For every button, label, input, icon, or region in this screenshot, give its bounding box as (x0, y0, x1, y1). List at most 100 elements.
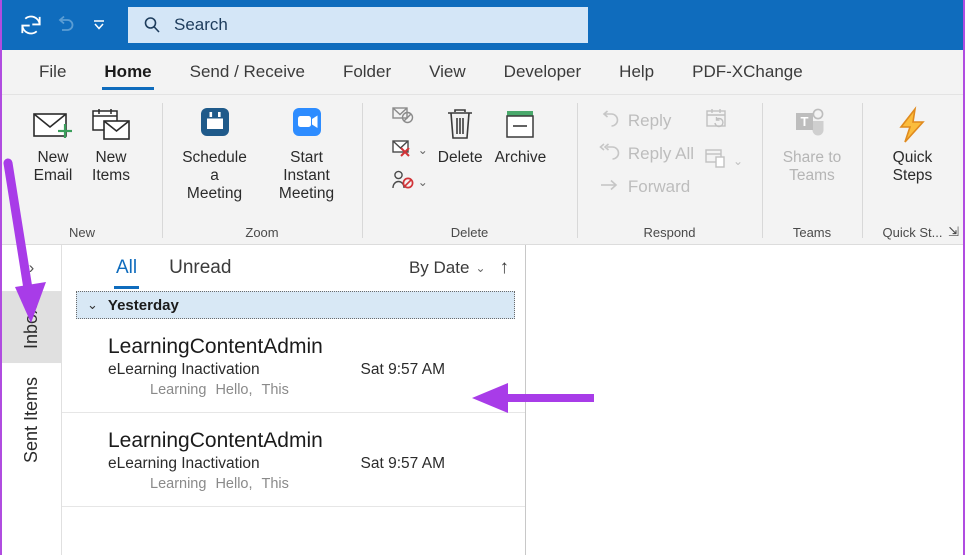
block-sender-button[interactable]: ⌄ (387, 167, 432, 197)
tab-label: Folder (342, 62, 392, 81)
sort-controls: By Date ⌄ ↑ (409, 257, 509, 279)
filter-all[interactable]: All (108, 245, 145, 291)
new-items-button[interactable]: New Items (82, 101, 140, 187)
message-list-header: All Unread By Date ⌄ ↑ (62, 245, 525, 291)
group-label-zoom: Zoom (245, 225, 279, 240)
group-label-teams: Teams (792, 225, 832, 240)
folder-nav-rail: › Inbox Sent Items (2, 245, 62, 555)
archive-button[interactable]: Archive (489, 101, 553, 169)
tab-home[interactable]: Home (85, 50, 170, 94)
group-label-respond: Respond (643, 225, 696, 240)
svg-text:T: T (801, 114, 809, 129)
ribbon-tabs: File Home Send / Receive Folder View Dev… (2, 50, 963, 95)
junk-button[interactable]: ⌄ (387, 135, 432, 165)
sync-icon[interactable] (14, 8, 48, 42)
new-email-button[interactable]: New Email (24, 101, 82, 187)
sort-direction-button[interactable]: ↑ (500, 257, 510, 279)
chevron-down-icon[interactable]: ⌄ (87, 297, 98, 313)
archive-icon (500, 103, 540, 149)
undo-icon[interactable] (48, 8, 82, 42)
more-respond-icon (704, 146, 730, 175)
search-placeholder: Search (174, 15, 228, 34)
tab-label: Send / Receive (189, 62, 305, 81)
tab-folder[interactable]: Folder (324, 50, 410, 94)
share-to-teams-label: Share to Teams (782, 149, 842, 184)
quick-steps-dialog-launcher[interactable]: ⇲ (948, 224, 959, 240)
chevron-down-icon[interactable]: ⌄ (418, 143, 428, 157)
search-icon (142, 15, 162, 35)
search-input[interactable]: Search (128, 7, 588, 43)
meeting-reply-button[interactable] (704, 107, 743, 136)
ribbon-group-quick-steps: Quick Steps Quick St... ⇲ (862, 95, 963, 244)
outlook-window: Search File Home Send / Receive Folder V… (0, 0, 965, 555)
ribbon-group-respond: Reply Reply All Forward ⌄ Respond (577, 95, 762, 244)
reply-all-button[interactable]: Reply All (592, 138, 700, 170)
sort-by-dropdown[interactable]: By Date ⌄ (409, 258, 486, 278)
forward-button[interactable]: Forward (592, 171, 700, 203)
chevron-down-icon[interactable] (82, 8, 116, 42)
ribbon-group-teams: T Share to Teams Teams (762, 95, 862, 244)
table-row[interactable]: LearningContentAdmin eLearning Inactivat… (62, 319, 525, 414)
preview-word: Learning (150, 476, 207, 493)
message-preview: Learning Hello, This (108, 382, 509, 398)
tab-label: File (39, 62, 67, 81)
delete-button[interactable]: Delete (432, 101, 489, 169)
new-items-label: New Items (92, 149, 130, 184)
date-group-label: Yesterday (107, 296, 179, 314)
tab-help[interactable]: Help (600, 50, 673, 94)
date-group-header-yesterday[interactable]: ⌄ Yesterday (76, 291, 515, 319)
forward-icon (598, 176, 620, 199)
expand-nav-pane-button[interactable]: › (2, 245, 61, 291)
message-subject: eLearning Inactivation (108, 455, 260, 473)
tab-developer[interactable]: Developer (485, 50, 601, 94)
filter-unread[interactable]: Unread (161, 245, 239, 291)
tab-label: PDF-XChange (692, 62, 803, 81)
quick-steps-icon (891, 103, 935, 149)
chevron-down-icon: ⌄ (475, 261, 486, 275)
message-preview: Learning Hello, This (108, 476, 509, 492)
share-to-teams-button[interactable]: T Share to Teams (770, 101, 854, 187)
preview-word: Learning (150, 382, 207, 399)
table-row[interactable]: LearningContentAdmin eLearning Inactivat… (62, 413, 525, 508)
tab-pdf-xchange[interactable]: PDF-XChange (673, 50, 822, 94)
preview-word: This (261, 382, 289, 399)
tab-file[interactable]: File (20, 50, 85, 94)
main-area: › Inbox Sent Items All Unread By Date ⌄ … (2, 245, 963, 555)
teams-icon: T (790, 103, 834, 149)
chevron-down-icon[interactable]: ⌄ (418, 175, 428, 189)
more-respond-button[interactable]: ⌄ (704, 146, 743, 175)
delete-label: Delete (437, 149, 483, 166)
new-email-label: New Email (33, 149, 73, 184)
tab-view[interactable]: View (410, 50, 485, 94)
title-bar: Search (2, 0, 963, 50)
quick-steps-label: Quick Steps (892, 149, 933, 184)
reply-button[interactable]: Reply (592, 105, 700, 137)
reply-label: Reply (627, 111, 672, 130)
new-items-icon (88, 103, 134, 149)
meeting-reply-icon (704, 107, 730, 136)
new-email-icon (30, 103, 76, 149)
ribbon: New Email New Items New Schedule a Meeti… (2, 95, 963, 245)
tab-send-receive[interactable]: Send / Receive (171, 50, 324, 94)
forward-label: Forward (627, 177, 691, 196)
tab-label: Help (619, 62, 655, 81)
message-date: Sat 9:57 AM (360, 455, 445, 473)
start-instant-meeting-label: Start Instant Meeting (278, 149, 335, 202)
message-sender: LearningContentAdmin (108, 429, 323, 453)
ribbon-group-new: New Email New Items New (2, 95, 162, 244)
tab-label: Home (104, 62, 152, 81)
chevron-down-icon[interactable]: ⌄ (733, 154, 743, 168)
reply-all-icon (598, 142, 620, 166)
schedule-meeting-button[interactable]: Schedule a Meeting (170, 101, 259, 204)
message-date: Sat 9:57 AM (360, 361, 445, 379)
quick-steps-button[interactable]: Quick Steps (877, 101, 949, 187)
ignore-button[interactable] (387, 103, 432, 133)
trash-icon (440, 103, 480, 149)
message-list-pane: All Unread By Date ⌄ ↑ ⌄ Yesterday Learn… (62, 245, 526, 555)
ignore-icon (391, 105, 415, 132)
schedule-meeting-label: Schedule a Meeting (182, 149, 247, 202)
sidebar-item-sent-items[interactable]: Sent Items (2, 363, 61, 477)
start-instant-meeting-button[interactable]: Start Instant Meeting (259, 101, 354, 204)
tab-label: View (429, 62, 466, 81)
sidebar-item-inbox[interactable]: Inbox (2, 291, 61, 364)
